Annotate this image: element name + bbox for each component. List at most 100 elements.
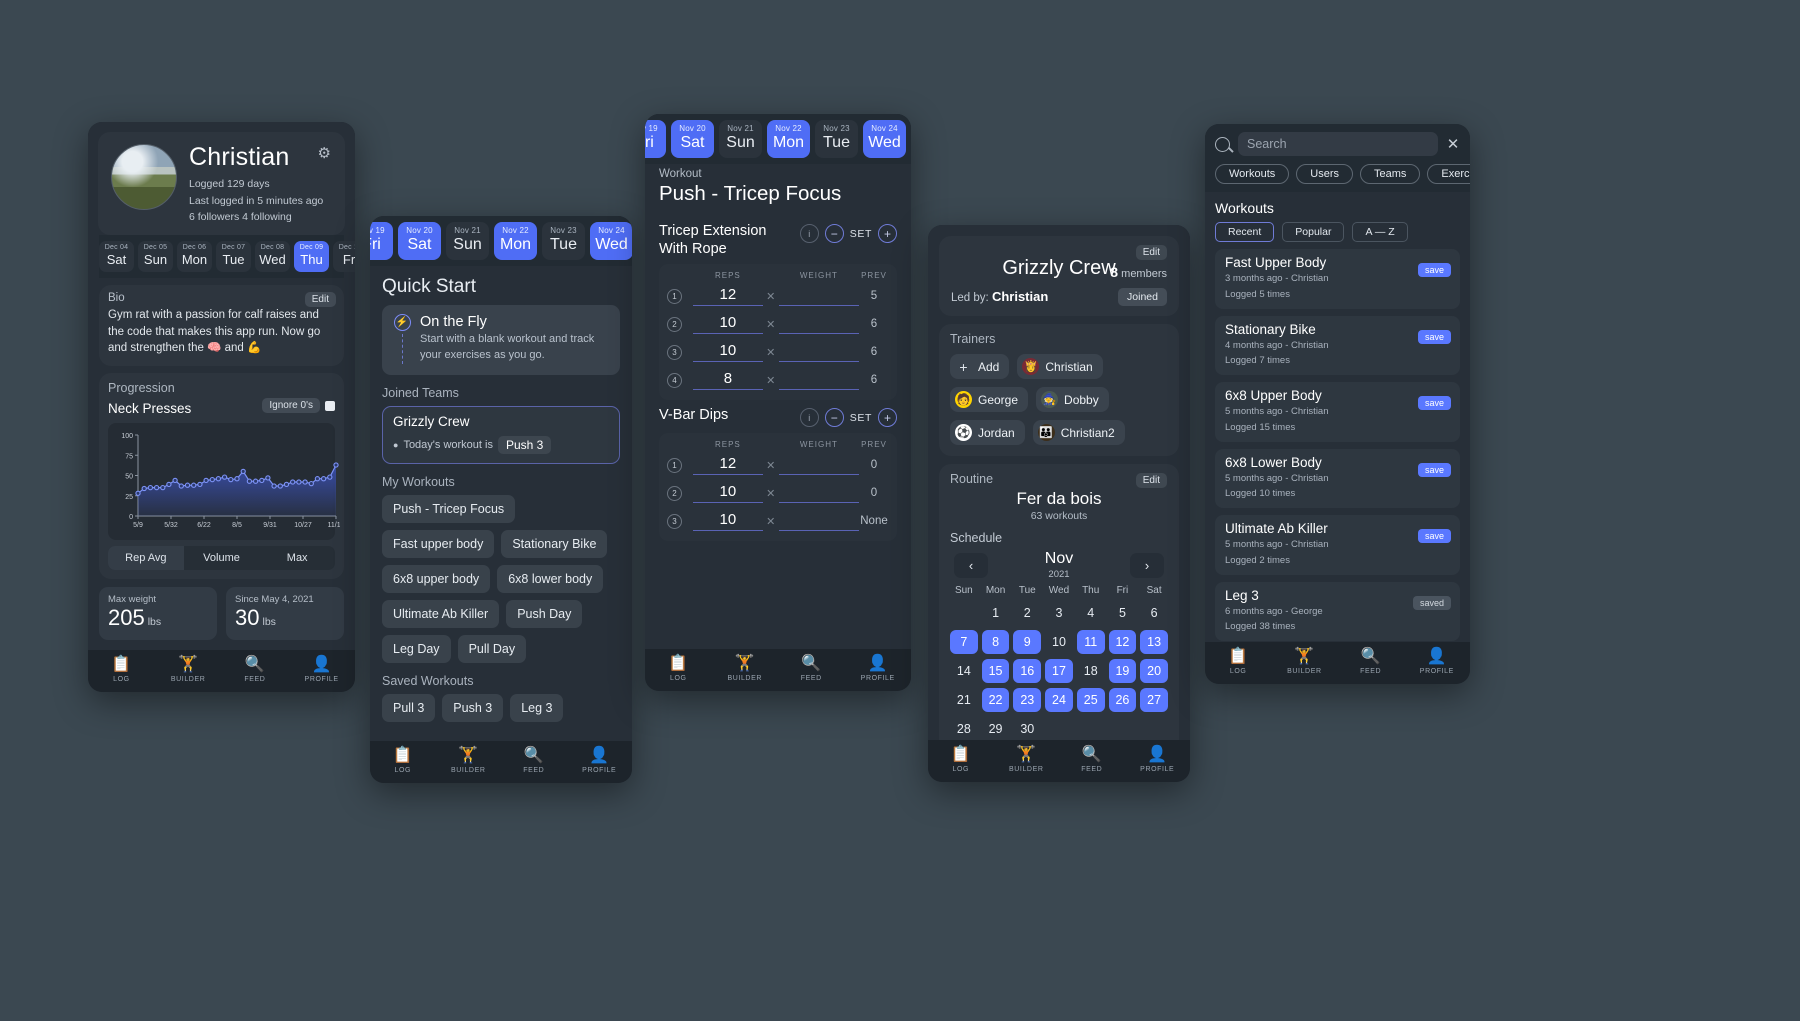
day-chip-fri[interactable]: Dec 10Fri — [333, 241, 355, 273]
calendar-grid[interactable]: 1 2 3 4 5 6 7 8 9 10 11 12 13 14 15 16 17 18 19 20 21 22 23 24 2… — [950, 601, 1168, 740]
info-icon[interactable]: i — [799, 224, 819, 243]
search-filter-chips[interactable]: Workouts Users Teams Exercises — [1215, 164, 1470, 184]
metric-segmented-control[interactable]: Rep Avg Volume Max — [108, 546, 335, 571]
saved-workout-chip[interactable]: Pull 3 — [382, 693, 436, 722]
routine-edit-button[interactable]: Edit — [1135, 473, 1167, 488]
calendar-day[interactable]: 7 — [950, 630, 978, 654]
day-chip-mon[interactable]: Nov 22 Mon — [494, 222, 537, 260]
day-chip-fri[interactable]: Nov 19Fri — [645, 120, 666, 158]
day-chip-tue[interactable]: Nov 23 Tue — [815, 120, 858, 158]
workout-result-item[interactable]: 6x8 Upper Body 5 months ago - Christian … — [1215, 382, 1460, 442]
day-chip-sun[interactable]: Dec 05 Sun — [138, 241, 173, 273]
day-chip-sun[interactable]: Nov 21 Sun — [446, 222, 489, 260]
tab-bar[interactable]: 📋 LOG 🏋 BUILDER 🔍 FEED 👤 PROFILE — [645, 649, 911, 691]
bio-edit-button[interactable]: Edit — [304, 292, 336, 308]
tab-builder[interactable]: 🏋 BUILDER — [712, 656, 779, 683]
calendar-day[interactable]: 28 — [950, 717, 978, 740]
calendar-day[interactable]: 14 — [950, 659, 978, 683]
reps-input[interactable]: 10 — [693, 314, 763, 335]
saved-workout-chip[interactable]: Leg 3 — [510, 693, 564, 722]
profile-day-strip[interactable]: Dec 04 Sat Dec 05 Sun Dec 06 Mon Dec 07 Tue Dec … — [88, 235, 355, 279]
remove-set-button[interactable]: − — [824, 408, 844, 428]
workout-result-item[interactable]: 6x8 Lower Body 5 months ago - Christian … — [1215, 448, 1460, 509]
calendar-day[interactable]: 22 — [981, 688, 1010, 712]
calendar-day[interactable]: 25 — [1076, 688, 1105, 712]
workout-result-item[interactable]: Fast Upper Body 3 months ago - Christian… — [1215, 249, 1460, 309]
tab-builder[interactable]: 🏋 BUILDER — [994, 747, 1060, 774]
save-button[interactable]: save — [1417, 329, 1451, 344]
filter-chip-users[interactable]: Users — [1296, 164, 1353, 184]
day-chip-sun[interactable]: Nov 21 Sun — [719, 120, 762, 158]
tab-profile[interactable]: 👤 PROFILE — [1404, 649, 1470, 676]
joined-badge[interactable]: Joined — [1118, 288, 1167, 306]
calendar-day[interactable]: 30 — [1013, 717, 1041, 740]
weight-input[interactable] — [778, 483, 859, 504]
workout-chip[interactable]: 6x8 upper body — [382, 564, 491, 593]
calendar-day[interactable]: 27 — [1140, 688, 1168, 712]
calendar-day[interactable]: 10 — [1045, 630, 1073, 654]
calendar-day[interactable]: 24 — [1045, 688, 1073, 712]
tab-builder[interactable]: 🏋 BUILDER — [155, 657, 222, 684]
calendar-day[interactable]: 17 — [1045, 659, 1073, 683]
calendar-day[interactable]: 16 — [1013, 659, 1042, 683]
calendar-day[interactable]: 3 — [1045, 601, 1073, 625]
reps-input[interactable]: 12 — [693, 286, 763, 307]
tab-profile[interactable]: 👤 PROFILE — [288, 657, 355, 684]
workout-chip[interactable]: Pull Day — [457, 634, 527, 663]
sort-chip[interactable]: A — Z — [1352, 222, 1408, 242]
calendar-next-button[interactable]: › — [1129, 553, 1164, 578]
filter-chip-workouts[interactable]: Workouts — [1215, 164, 1290, 184]
workout-day-strip[interactable]: Nov 19FriNov 20SatNov 21SunNov 22MonNov … — [645, 114, 911, 164]
trainer-chip[interactable]: 👪 Christian2 — [1032, 420, 1125, 445]
tab-builder[interactable]: 🏋 BUILDER — [436, 748, 502, 775]
calendar-day[interactable]: 1 — [982, 601, 1010, 625]
workout-chip[interactable]: Push - Tricep Focus — [382, 494, 516, 523]
save-button[interactable]: save — [1417, 462, 1451, 477]
gear-icon[interactable]: ⚙ — [318, 144, 331, 162]
calendar-day[interactable]: 8 — [981, 630, 1010, 654]
reps-input[interactable]: 8 — [693, 370, 763, 391]
tab-feed[interactable]: 🔍 FEED — [222, 657, 289, 684]
calendar-prev-button[interactable]: ‹ — [954, 553, 988, 578]
add-trainer-button[interactable]: + Add — [950, 354, 1010, 379]
trainers-list[interactable]: + Add 👸 Christian 🧑 George 🧙 Dobby ⚽ Jordan 👪 Chris… — [950, 354, 1168, 445]
day-chip-sat[interactable]: Dec 04 Sat — [99, 241, 134, 273]
ignore-zeros-checkbox[interactable] — [325, 400, 335, 411]
workout-chip[interactable]: Stationary Bike — [501, 529, 608, 558]
calendar-day[interactable]: 26 — [1108, 688, 1137, 712]
day-chip-tue[interactable]: Dec 07 Tue — [216, 241, 251, 273]
quickstart-day-strip[interactable]: Nov 19FriNov 20SatNov 21SunNov 22MonNov … — [370, 216, 632, 266]
weight-input[interactable] — [778, 511, 859, 532]
tab-profile[interactable]: 👤 PROFILE — [567, 748, 633, 775]
tab-profile[interactable]: 👤 PROFILE — [1125, 747, 1191, 774]
remove-set-button[interactable]: − — [824, 224, 844, 243]
ignore-zeros-label[interactable]: Ignore 0's — [262, 398, 320, 414]
day-chip-sat[interactable]: Nov 20 Sat — [671, 120, 714, 158]
calendar-day[interactable]: 13 — [1140, 630, 1168, 654]
day-chip-wed[interactable]: Nov 24 Wed — [590, 222, 632, 260]
weight-input[interactable] — [778, 342, 859, 363]
tab-builder[interactable]: 🏋 BUILDER — [1271, 649, 1337, 676]
tab-feed[interactable]: 🔍 FEED — [1338, 649, 1404, 676]
day-chip-thu[interactable]: Dec 09 Thu — [294, 241, 329, 273]
save-button[interactable]: save — [1417, 263, 1451, 277]
reps-input[interactable]: 10 — [693, 511, 763, 532]
team-edit-button[interactable]: Edit — [1135, 245, 1167, 260]
calendar-day[interactable]: 9 — [1013, 630, 1042, 654]
filter-chip-teams[interactable]: Teams — [1360, 164, 1421, 184]
calendar-day[interactable]: 15 — [981, 659, 1010, 683]
workout-result-item[interactable]: Leg 3 6 months ago - George Logged 38 ti… — [1215, 581, 1460, 642]
trainer-chip[interactable]: 👸 Christian — [1017, 354, 1103, 379]
metric-tab-rep-avg[interactable]: Rep Avg — [108, 546, 184, 571]
sort-chip[interactable]: Popular — [1282, 222, 1345, 242]
day-chip-mon[interactable]: Dec 06 Mon — [177, 241, 212, 273]
avatar[interactable] — [111, 144, 177, 210]
save-button[interactable]: save — [1417, 396, 1451, 411]
close-icon[interactable]: ✕ — [1446, 135, 1460, 153]
tab-log[interactable]: 📋 LOG — [88, 657, 155, 684]
day-chip-wed[interactable]: Nov 24 Wed — [863, 120, 906, 158]
trainer-chip[interactable]: ⚽ Jordan — [950, 420, 1025, 445]
tab-log[interactable]: 📋 LOG — [645, 656, 712, 683]
saved-workouts-list[interactable]: Pull 3 Push 3 Leg 3 — [382, 693, 620, 722]
tab-bar[interactable]: 📋 LOG 🏋 BUILDER 🔍 FEED 👤 PROFILE — [88, 650, 355, 692]
